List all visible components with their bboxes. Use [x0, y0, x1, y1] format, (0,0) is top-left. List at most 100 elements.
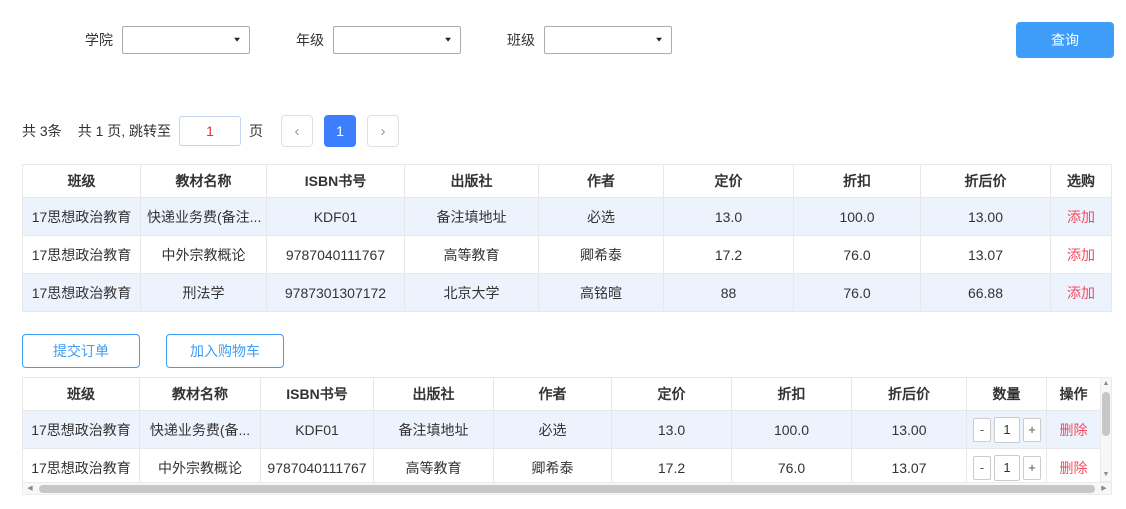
- class-select-input[interactable]: [544, 26, 672, 54]
- qty-input[interactable]: [994, 455, 1020, 481]
- grade-select-input[interactable]: [333, 26, 461, 54]
- query-button[interactable]: 查询: [1016, 22, 1114, 58]
- chevron-left-icon: ‹: [295, 123, 300, 140]
- next-page-button[interactable]: ›: [367, 115, 399, 147]
- table-row: 17思想政治教育 快递业务费(备注... KDF01 备注填地址 必选 13.0…: [23, 198, 1112, 236]
- prev-page-button[interactable]: ‹: [281, 115, 313, 147]
- column-header-class: 班级: [23, 165, 141, 198]
- delete-link[interactable]: 删除: [1060, 460, 1088, 476]
- table-row: 17思想政治教育 刑法学 9787301307172 北京大学 高铭暄 88 7…: [23, 274, 1112, 312]
- column-header-publisher: 出版社: [374, 378, 494, 411]
- scroll-up-icon[interactable]: ▲: [1103, 378, 1110, 390]
- add-to-cart-button[interactable]: 加入购物车: [166, 334, 284, 368]
- cart-table-header-row: 班级 教材名称 ISBN书号 出版社 作者 定价 折扣 折后价 数量 操作: [23, 378, 1101, 411]
- cell-author: 卿希泰: [539, 236, 664, 274]
- cell-publisher: 备注填地址: [405, 198, 539, 236]
- cell-price: 88: [664, 274, 794, 312]
- qty-increase-button[interactable]: +: [1023, 418, 1041, 442]
- column-header-final-price: 折后价: [921, 165, 1051, 198]
- grade-label: 年级: [296, 30, 324, 50]
- vertical-scrollbar-thumb[interactable]: [1102, 392, 1110, 436]
- cell-author: 卿希泰: [494, 449, 612, 487]
- cart-table: 班级 教材名称 ISBN书号 出版社 作者 定价 折扣 折后价 数量 操作 17…: [22, 377, 1101, 487]
- scroll-right-icon[interactable]: ▶: [1097, 483, 1111, 495]
- column-header-quantity: 数量: [967, 378, 1047, 411]
- cell-price: 13.0: [664, 198, 794, 236]
- cell-author: 必选: [494, 411, 612, 449]
- pagination-bar: 共 3条 共 1 页, 跳转至 页 ‹ 1 ›: [22, 115, 1126, 147]
- college-select-input[interactable]: [122, 26, 250, 54]
- submit-order-button[interactable]: 提交订单: [22, 334, 140, 368]
- cell-final-price: 13.07: [921, 236, 1051, 274]
- cell-name: 快递业务费(备注...: [141, 198, 267, 236]
- add-link[interactable]: 添加: [1067, 209, 1095, 225]
- column-header-action: 操作: [1047, 378, 1101, 411]
- order-actions: 提交订单 加入购物车: [22, 334, 1126, 368]
- cell-name: 中外宗教概论: [140, 449, 261, 487]
- column-header-name: 教材名称: [140, 378, 261, 411]
- qty-decrease-button[interactable]: -: [973, 456, 991, 480]
- college-filter: 学院 ▼: [85, 26, 250, 54]
- cell-publisher: 北京大学: [405, 274, 539, 312]
- column-header-isbn: ISBN书号: [261, 378, 374, 411]
- quantity-stepper: - +: [973, 417, 1041, 443]
- qty-decrease-button[interactable]: -: [973, 418, 991, 442]
- delete-link[interactable]: 删除: [1060, 422, 1088, 438]
- horizontal-scrollbar[interactable]: ◀ ▶: [22, 482, 1112, 495]
- column-header-price: 定价: [664, 165, 794, 198]
- college-label: 学院: [85, 30, 113, 50]
- cell-publisher: 备注填地址: [374, 411, 494, 449]
- qty-increase-button[interactable]: +: [1023, 456, 1041, 480]
- books-table: 班级 教材名称 ISBN书号 出版社 作者 定价 折扣 折后价 选购 17思想政…: [22, 164, 1112, 312]
- page-info-label: 共 1 页, 跳转至: [78, 121, 171, 141]
- filter-bar: 学院 ▼ 年级 ▼ 班级 ▼ 查询: [0, 0, 1126, 58]
- cell-publisher: 高等教育: [374, 449, 494, 487]
- cell-class: 17思想政治教育: [23, 274, 141, 312]
- column-header-final-price: 折后价: [852, 378, 967, 411]
- scroll-down-icon[interactable]: ▼: [1103, 469, 1110, 481]
- page-suffix-label: 页: [249, 121, 263, 141]
- cell-isbn: 9787040111767: [261, 449, 374, 487]
- grade-filter: 年级 ▼: [296, 26, 461, 54]
- cell-final-price: 13.00: [921, 198, 1051, 236]
- class-label: 班级: [507, 30, 535, 50]
- add-link[interactable]: 添加: [1067, 247, 1095, 263]
- total-count-label: 共 3条: [22, 121, 62, 141]
- cell-discount: 76.0: [794, 274, 921, 312]
- class-select[interactable]: ▼: [544, 26, 672, 54]
- textbook-order-page: 学院 ▼ 年级 ▼ 班级 ▼ 查询 共 3条 共 1 页, 跳转至 页: [0, 0, 1126, 495]
- column-header-publisher: 出版社: [405, 165, 539, 198]
- chevron-right-icon: ›: [381, 123, 386, 140]
- cell-isbn: KDF01: [267, 198, 405, 236]
- column-header-price: 定价: [612, 378, 732, 411]
- cell-author: 高铭暄: [539, 274, 664, 312]
- cell-final-price: 13.07: [852, 449, 967, 487]
- page-1-button[interactable]: 1: [324, 115, 356, 147]
- cell-isbn: KDF01: [261, 411, 374, 449]
- table-row: 17思想政治教育 中外宗教概论 9787040111767 高等教育 卿希泰 1…: [23, 449, 1101, 487]
- column-header-class: 班级: [23, 378, 140, 411]
- college-select[interactable]: ▼: [122, 26, 250, 54]
- column-header-discount: 折扣: [794, 165, 921, 198]
- horizontal-scrollbar-thumb[interactable]: [39, 485, 1095, 493]
- cell-name: 中外宗教概论: [141, 236, 267, 274]
- table-row: 17思想政治教育 快递业务费(备... KDF01 备注填地址 必选 13.0 …: [23, 411, 1101, 449]
- column-header-author: 作者: [494, 378, 612, 411]
- cell-isbn: 9787301307172: [267, 274, 405, 312]
- qty-input[interactable]: [994, 417, 1020, 443]
- column-header-select: 选购: [1051, 165, 1112, 198]
- cell-class: 17思想政治教育: [23, 236, 141, 274]
- page-jump-input[interactable]: [179, 116, 241, 146]
- grade-select[interactable]: ▼: [333, 26, 461, 54]
- scroll-left-icon[interactable]: ◀: [23, 483, 37, 495]
- vertical-scrollbar[interactable]: ▲ ▼: [1100, 377, 1112, 482]
- cell-isbn: 9787040111767: [267, 236, 405, 274]
- cart-table-container: 班级 教材名称 ISBN书号 出版社 作者 定价 折扣 折后价 数量 操作 17…: [22, 377, 1112, 495]
- column-header-isbn: ISBN书号: [267, 165, 405, 198]
- table-row: 17思想政治教育 中外宗教概论 9787040111767 高等教育 卿希泰 1…: [23, 236, 1112, 274]
- cell-discount: 76.0: [794, 236, 921, 274]
- cell-discount: 76.0: [732, 449, 852, 487]
- cell-price: 13.0: [612, 411, 732, 449]
- cell-class: 17思想政治教育: [23, 411, 140, 449]
- add-link[interactable]: 添加: [1067, 285, 1095, 301]
